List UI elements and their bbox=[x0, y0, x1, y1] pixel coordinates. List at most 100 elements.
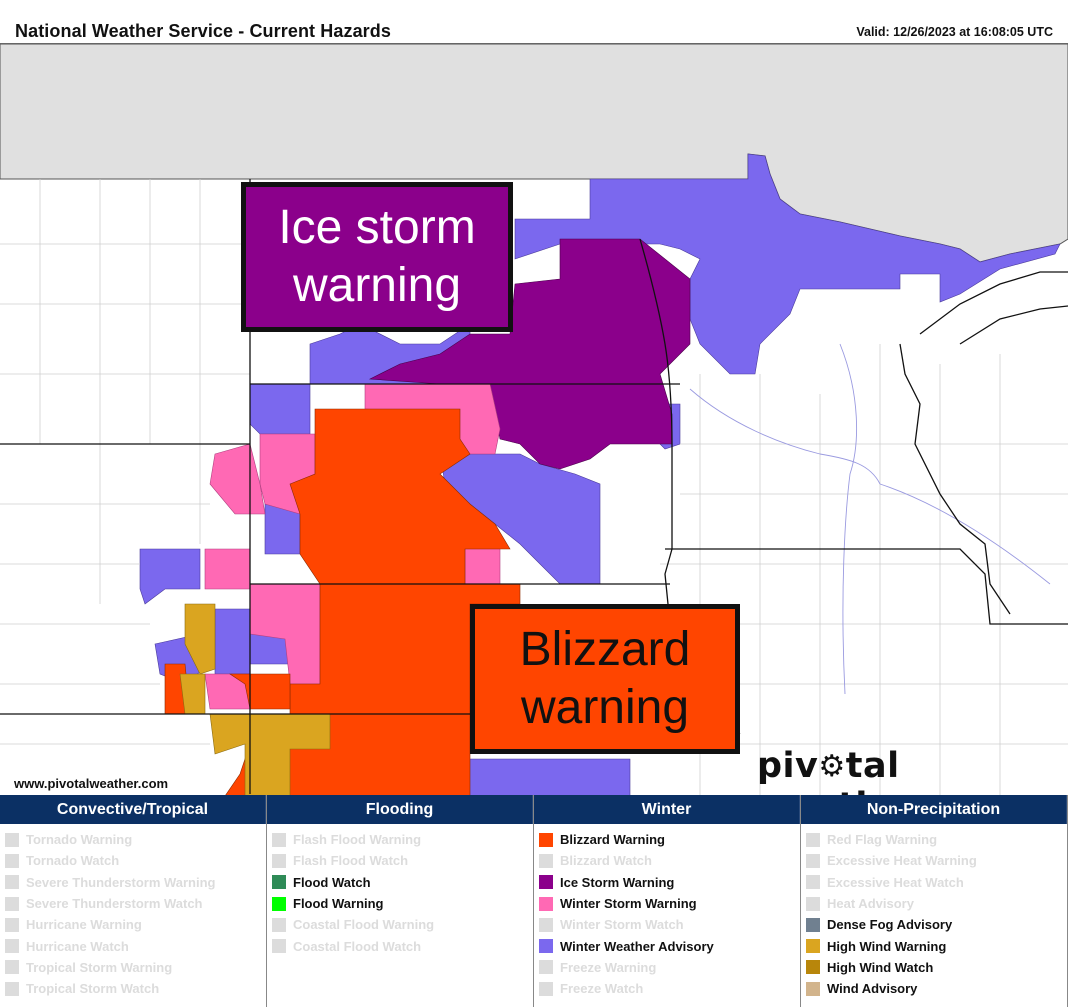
header: National Weather Service - Current Hazar… bbox=[0, 0, 1068, 44]
legend-item: Wind Advisory bbox=[806, 978, 1067, 999]
legend-swatch bbox=[806, 853, 820, 868]
legend-swatch bbox=[539, 960, 553, 975]
legend-label: Coastal Flood Watch bbox=[293, 938, 422, 954]
legend-list: Tornado Warning Tornado Watch Severe Thund… bbox=[0, 824, 266, 999]
legend-list: Flash Flood Warning Flash Flood Watch Floo… bbox=[267, 824, 533, 957]
legend-label: Blizzard Watch bbox=[560, 853, 652, 869]
legend-item: Heat Advisory bbox=[806, 893, 1067, 914]
hazard-legend: Convective/Tropical Tornado Warning Tornad… bbox=[0, 795, 1068, 1007]
legend-item: Hurricane Warning bbox=[5, 914, 266, 935]
legend-item: Winter Weather Advisory bbox=[539, 935, 800, 956]
legend-swatch bbox=[806, 960, 820, 975]
page-title: National Weather Service - Current Hazar… bbox=[15, 21, 391, 41]
legend-column-convective-tropical: Convective/Tropical Tornado Warning Tornad… bbox=[0, 795, 267, 1007]
legend-label: High Wind Warning bbox=[827, 938, 947, 954]
legend-item: Tropical Storm Watch bbox=[5, 978, 266, 999]
legend-item: Freeze Warning bbox=[539, 957, 800, 978]
legend-swatch bbox=[806, 981, 820, 996]
legend-swatch bbox=[5, 960, 19, 975]
legend-label: Excessive Heat Watch bbox=[827, 874, 964, 890]
legend-swatch bbox=[5, 853, 19, 868]
brand-text-start: piv bbox=[757, 746, 819, 786]
legend-label: Tornado Warning bbox=[26, 832, 133, 848]
legend-label: Dense Fog Advisory bbox=[827, 917, 953, 933]
legend-label: Freeze Warning bbox=[560, 959, 657, 975]
legend-label: Blizzard Warning bbox=[560, 832, 665, 848]
legend-column-winter: Winter Blizzard Warning Blizzard Watch Ice … bbox=[534, 795, 801, 1007]
legend-label: Flood Warning bbox=[293, 896, 384, 912]
legend-swatch bbox=[806, 832, 820, 847]
legend-item: Flash Flood Warning bbox=[272, 829, 533, 850]
legend-label: Winter Weather Advisory bbox=[560, 938, 714, 954]
legend-column-flooding: Flooding Flash Flood Warning Flash Flood W… bbox=[267, 795, 534, 1007]
legend-swatch bbox=[272, 853, 286, 868]
legend-swatch bbox=[806, 896, 820, 911]
legend-item: Blizzard Warning bbox=[539, 829, 800, 850]
legend-item: Dense Fog Advisory bbox=[806, 914, 1067, 935]
legend-swatch bbox=[5, 875, 19, 890]
blizzard-warning-callout: Blizzard warning bbox=[470, 604, 740, 754]
legend-label: Flood Watch bbox=[293, 874, 371, 890]
legend-label: Wind Advisory bbox=[827, 981, 918, 997]
legend-list: Red Flag Warning Excessive Heat Warning Ex… bbox=[801, 824, 1067, 999]
legend-item: Tropical Storm Warning bbox=[5, 957, 266, 978]
blizzard-callout-text: Blizzard warning bbox=[519, 623, 691, 734]
legend-label: Severe Thunderstorm Warning bbox=[26, 874, 216, 890]
legend-item: Flood Watch bbox=[272, 872, 533, 893]
legend-heading: Convective/Tropical bbox=[0, 795, 266, 824]
legend-label: Freeze Watch bbox=[560, 981, 644, 997]
legend-item: Severe Thunderstorm Warning bbox=[5, 872, 266, 893]
legend-swatch bbox=[272, 832, 286, 847]
legend-label: High Wind Watch bbox=[827, 959, 934, 975]
legend-swatch bbox=[539, 875, 553, 890]
legend-item: Flash Flood Watch bbox=[272, 850, 533, 871]
legend-swatch bbox=[539, 853, 553, 868]
legend-heading: Flooding bbox=[267, 795, 533, 824]
legend-swatch bbox=[5, 896, 19, 911]
legend-swatch bbox=[5, 981, 19, 996]
legend-item: Coastal Flood Watch bbox=[272, 935, 533, 956]
legend-item: Ice Storm Warning bbox=[539, 872, 800, 893]
legend-item: Winter Storm Warning bbox=[539, 893, 800, 914]
legend-list: Blizzard Warning Blizzard Watch Ice Storm … bbox=[534, 824, 800, 999]
legend-swatch bbox=[539, 917, 553, 932]
legend-swatch bbox=[806, 875, 820, 890]
legend-item: Flood Warning bbox=[272, 893, 533, 914]
legend-heading: Winter bbox=[534, 795, 800, 824]
legend-item: Tornado Watch bbox=[5, 850, 266, 871]
legend-swatch bbox=[5, 939, 19, 954]
pivotal-weather-logo: piv⚙tal weather bbox=[757, 746, 1068, 795]
legend-label: Heat Advisory bbox=[827, 896, 914, 912]
ice-storm-warning-callout: Ice storm warning bbox=[241, 182, 513, 332]
legend-label: Tropical Storm Watch bbox=[26, 981, 160, 997]
legend-swatch bbox=[539, 981, 553, 996]
legend-item: High Wind Watch bbox=[806, 957, 1067, 978]
legend-swatch bbox=[806, 917, 820, 932]
legend-column-non-precipitation: Non-Precipitation Red Flag Warning Excessi… bbox=[801, 795, 1068, 1007]
legend-item: Coastal Flood Warning bbox=[272, 914, 533, 935]
legend-label: Red Flag Warning bbox=[827, 832, 938, 848]
legend-swatch bbox=[272, 917, 286, 932]
ice-storm-callout-text: Ice storm warning bbox=[278, 201, 476, 312]
legend-label: Hurricane Watch bbox=[26, 938, 129, 954]
rivers bbox=[689, 343, 1051, 695]
legend-swatch bbox=[539, 896, 553, 911]
legend-label: Tropical Storm Warning bbox=[26, 959, 173, 975]
hazard-map[interactable]: Ice storm warning Blizzard warning www.p… bbox=[0, 43, 1068, 795]
legend-label: Coastal Flood Warning bbox=[293, 917, 435, 933]
legend-swatch bbox=[806, 939, 820, 954]
legend-swatch bbox=[539, 832, 553, 847]
legend-label: Flash Flood Warning bbox=[293, 832, 422, 848]
legend-label: Severe Thunderstorm Watch bbox=[26, 896, 203, 912]
legend-item: Hurricane Watch bbox=[5, 935, 266, 956]
legend-item: High Wind Warning bbox=[806, 935, 1067, 956]
legend-label: Flash Flood Watch bbox=[293, 853, 409, 869]
legend-item: Severe Thunderstorm Watch bbox=[5, 893, 266, 914]
legend-item: Blizzard Watch bbox=[539, 850, 800, 871]
legend-swatch bbox=[5, 832, 19, 847]
legend-swatch bbox=[539, 939, 553, 954]
legend-label: Tornado Watch bbox=[26, 853, 120, 869]
watermark-url[interactable]: www.pivotalweather.com bbox=[14, 776, 168, 791]
legend-swatch bbox=[272, 939, 286, 954]
legend-item: Tornado Warning bbox=[5, 829, 266, 850]
